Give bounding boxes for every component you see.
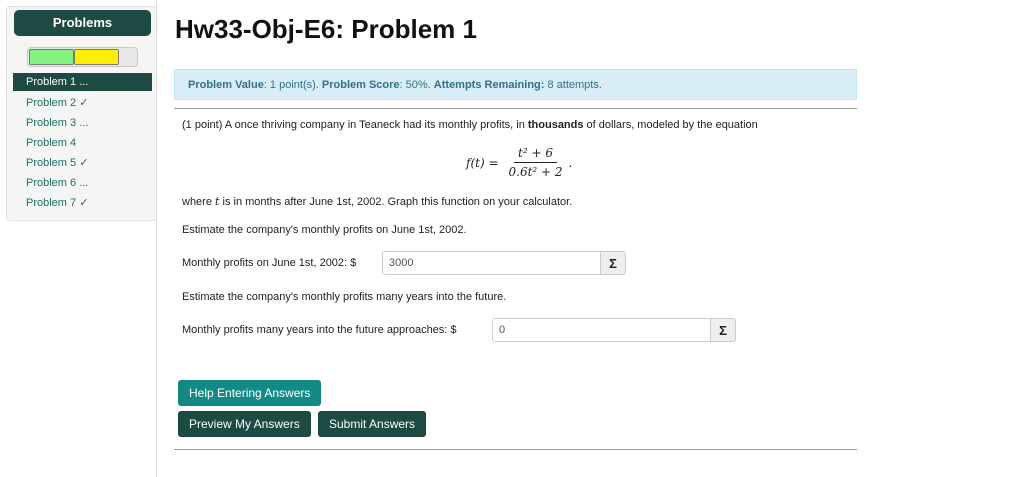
sidebar-item-problem-5[interactable]: Problem 5 ✓: [13, 153, 152, 173]
where-text-after: is in months after June 1st, 2002. Graph…: [219, 196, 573, 208]
progress-partial-segment: [74, 49, 119, 65]
progress-bar: [27, 47, 138, 67]
problem-list: Problem 1 ... Problem 2 ✓ Problem 3 ... …: [13, 73, 152, 213]
intro-bold: thousands: [527, 119, 584, 131]
problem-score-label: Problem Score: [321, 79, 400, 91]
intro-text-after: of dollars, modeled by the equation: [583, 119, 758, 131]
top-divider: [174, 108, 857, 109]
answer-2-label: Monthly profits many years into the futu…: [182, 324, 457, 336]
problem-sidebar: Problems Problem 1 ... Problem 2 ✓ Probl…: [6, 6, 157, 221]
where-line: where t is in months after June 1st, 200…: [182, 195, 572, 208]
question-1-prompt: Estimate the company's monthly profits o…: [182, 224, 467, 236]
answer-1-equation-editor-button[interactable]: Σ: [601, 251, 626, 275]
sidebar-item-problem-7[interactable]: Problem 7 ✓: [13, 193, 152, 213]
intro-text-before: (1 point) A once thriving company in Tea…: [182, 119, 528, 131]
problem-score-text: : 50%.: [399, 79, 431, 91]
help-entering-answers-button[interactable]: Help Entering Answers: [178, 380, 322, 406]
question-2-prompt: Estimate the company's monthly profits m…: [182, 291, 507, 303]
sidebar-item-problem-3[interactable]: Problem 3 ...: [13, 113, 152, 133]
attempts-remaining-label: Attempts Remaining:: [433, 79, 545, 91]
sidebar-item-problem-1[interactable]: Problem 1 ...: [13, 73, 152, 91]
equation-end: .: [568, 155, 573, 170]
profit-equation: f(t) = t² + 6 0.6t² + 2 .: [466, 146, 572, 179]
equation-lhs: f(t) =: [466, 155, 499, 170]
bottom-divider: [174, 449, 857, 450]
sidebar-title: Problems: [14, 10, 151, 36]
sidebar-divider: [156, 0, 157, 477]
answer-1-input[interactable]: [382, 251, 601, 275]
equation-numerator: t² + 6: [514, 146, 557, 163]
problem-intro: (1 point) A once thriving company in Tea…: [182, 119, 758, 131]
problem-info-box: Problem Value: 1 point(s). Problem Score…: [174, 69, 857, 100]
progress-correct-segment: [29, 49, 74, 65]
problem-value-label: Problem Value: [188, 79, 264, 91]
sidebar-item-problem-2[interactable]: Problem 2 ✓: [13, 93, 152, 113]
answer-2-input[interactable]: [492, 318, 711, 342]
submit-answers-button[interactable]: Submit Answers: [318, 411, 427, 437]
preview-answers-button[interactable]: Preview My Answers: [178, 411, 311, 437]
sidebar-item-problem-4[interactable]: Problem 4: [13, 133, 152, 153]
problem-value-text: : 1 point(s).: [263, 79, 319, 91]
answer-1-label: Monthly profits on June 1st, 2002: $: [182, 257, 357, 269]
equation-fraction: t² + 6 0.6t² + 2: [505, 146, 567, 179]
attempts-remaining-text: 8 attempts.: [544, 79, 602, 91]
equation-denominator: 0.6t² + 2: [508, 165, 563, 179]
page-title: Hw33-Obj-E6: Problem 1: [175, 14, 477, 44]
sidebar-item-problem-6[interactable]: Problem 6 ...: [13, 173, 152, 193]
where-text-before: where: [182, 196, 216, 208]
answer-2-equation-editor-button[interactable]: Σ: [711, 318, 736, 342]
